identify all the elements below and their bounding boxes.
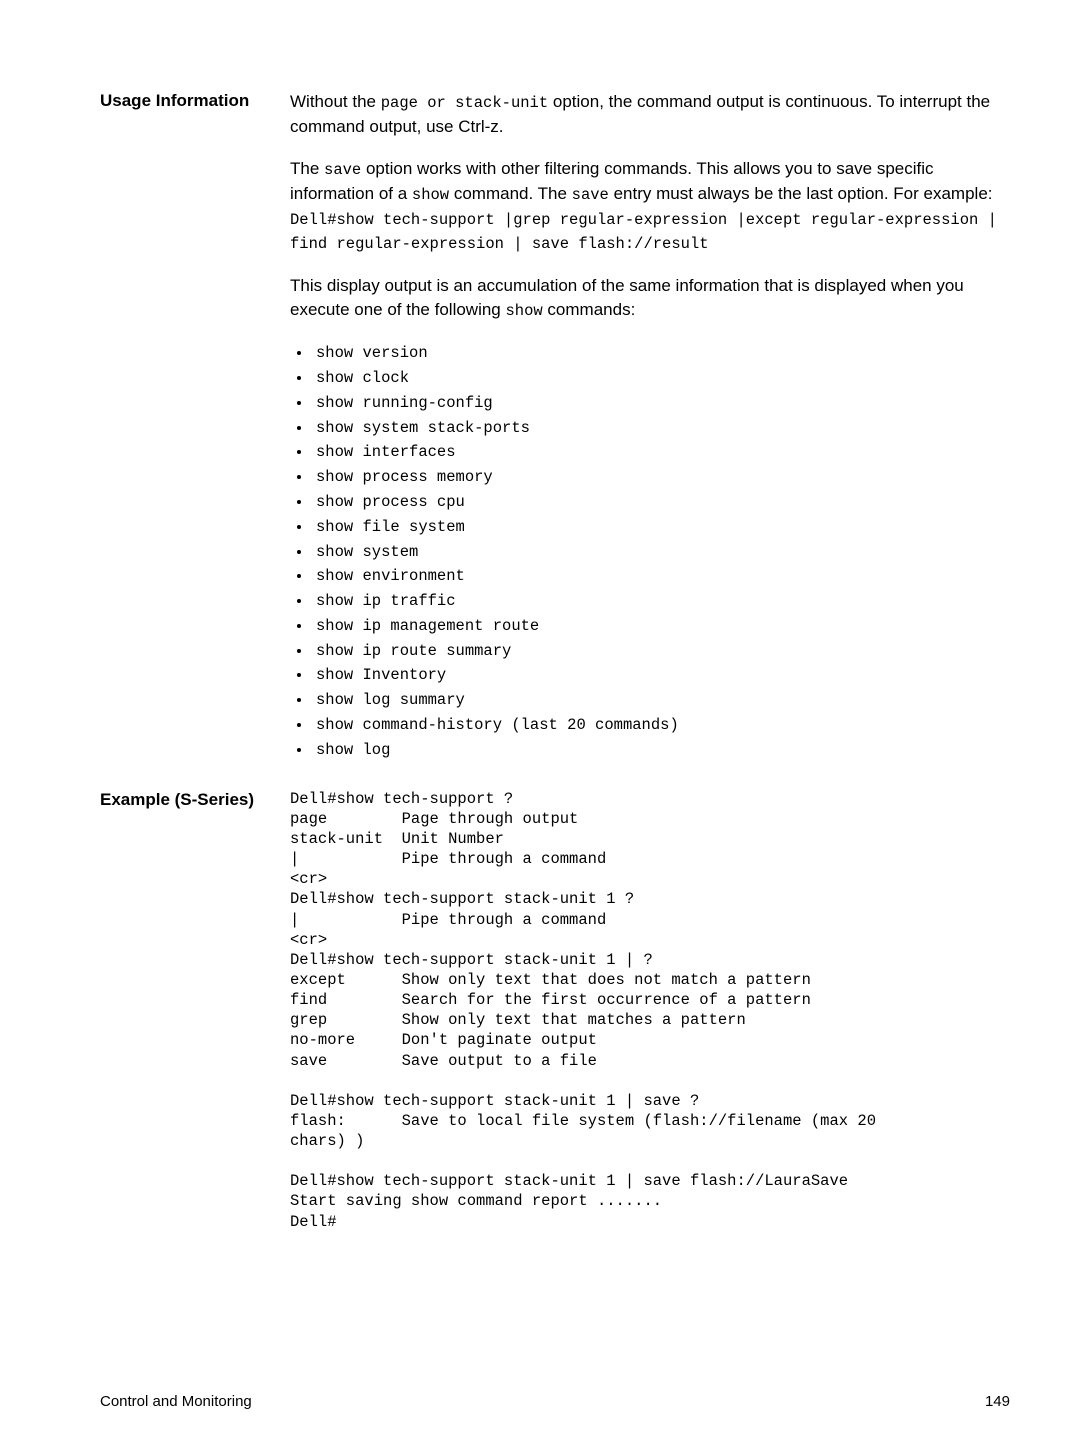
- list-item: show ip route summary: [312, 639, 1010, 664]
- list-item: show system: [312, 540, 1010, 565]
- usage-bullet-list: show version show clock show running-con…: [290, 341, 1010, 763]
- mono-span: page or stack-unit: [381, 94, 548, 112]
- list-item: show log summary: [312, 688, 1010, 713]
- usage-para3: This display output is an accumulation o…: [290, 274, 1010, 323]
- list-item: show ip traffic: [312, 589, 1010, 614]
- example-label: Example (S-Series): [100, 789, 290, 812]
- text-span: command. The: [449, 184, 572, 203]
- section-example: Example (S-Series) Dell#show tech-suppor…: [100, 789, 1010, 1232]
- list-item: show Inventory: [312, 663, 1010, 688]
- terminal-output: Dell#show tech-support ? page Page throu…: [290, 789, 1010, 1232]
- mono-span: save: [324, 161, 361, 179]
- list-item: show version: [312, 341, 1010, 366]
- page-footer: Control and Monitoring 149: [100, 1393, 1010, 1410]
- section-usage: Usage Information Without the page or st…: [100, 90, 1010, 771]
- text-span: commands:: [543, 300, 636, 319]
- mono-span: Dell#show tech-support |grep regular-exp…: [290, 211, 997, 254]
- text-span: The: [290, 159, 324, 178]
- list-item: show process cpu: [312, 490, 1010, 515]
- page-container: Usage Information Without the page or st…: [0, 0, 1080, 1434]
- usage-label: Usage Information: [100, 90, 290, 113]
- list-item: show environment: [312, 564, 1010, 589]
- list-item: show command-history (last 20 commands): [312, 713, 1010, 738]
- mono-span: show: [505, 302, 542, 320]
- mono-span: save: [572, 186, 609, 204]
- list-item: show interfaces: [312, 440, 1010, 465]
- usage-content: Without the page or stack-unit option, t…: [290, 90, 1010, 771]
- usage-para2: The save option works with other filteri…: [290, 157, 1010, 256]
- list-item: show ip management route: [312, 614, 1010, 639]
- usage-para1: Without the page or stack-unit option, t…: [290, 90, 1010, 139]
- mono-span: show: [412, 186, 449, 204]
- list-item: show file system: [312, 515, 1010, 540]
- list-item: show process memory: [312, 465, 1010, 490]
- list-item: show system stack-ports: [312, 416, 1010, 441]
- footer-left: Control and Monitoring: [100, 1393, 252, 1410]
- list-item: show clock: [312, 366, 1010, 391]
- list-item: show log: [312, 738, 1010, 763]
- text-span: entry must always be the last option. Fo…: [609, 184, 993, 203]
- footer-page-number: 149: [985, 1393, 1010, 1410]
- list-item: show running-config: [312, 391, 1010, 416]
- text-span: Without the: [290, 92, 381, 111]
- example-content: Dell#show tech-support ? page Page throu…: [290, 789, 1010, 1232]
